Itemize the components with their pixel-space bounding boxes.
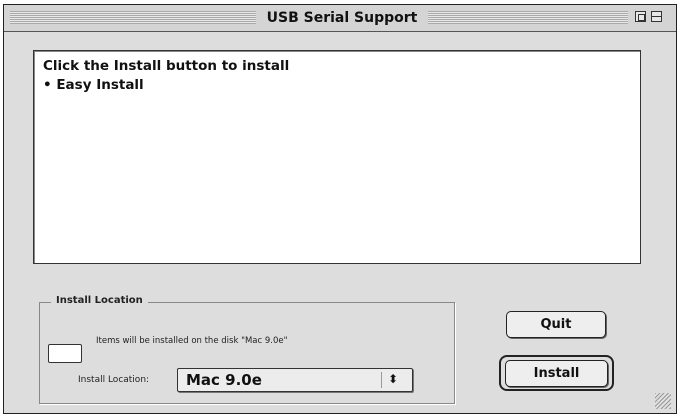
title-bar-stripes-right	[428, 11, 628, 24]
install-option-text: • Easy Install	[43, 77, 144, 93]
install-disk-description: Items will be installed on the disk "Mac…	[96, 336, 288, 346]
install-location-group-title: Install Location	[51, 293, 148, 309]
zoom-box-icon[interactable]	[635, 11, 646, 22]
quit-button[interactable]: Quit	[506, 311, 606, 338]
popup-separator	[381, 372, 382, 388]
grow-box-icon[interactable]	[655, 393, 671, 409]
title-bar[interactable]: USB Serial Support	[4, 5, 676, 32]
install-location-popup[interactable]: Mac 9.0e ⬍	[177, 368, 413, 392]
install-button[interactable]: Install	[505, 360, 608, 387]
install-info-text-area: Click the Install button to install • Ea…	[33, 50, 641, 264]
window-title: USB Serial Support	[258, 9, 426, 27]
install-location-selected: Mac 9.0e	[186, 371, 262, 389]
collapse-box-icon[interactable]	[651, 11, 662, 22]
install-location-label: Install Location:	[78, 375, 150, 385]
title-bar-stripes-left	[10, 11, 256, 24]
popup-arrow-icon: ⬍	[388, 372, 399, 386]
disk-icon	[48, 344, 82, 363]
instruction-text: Click the Install button to install	[43, 58, 290, 74]
